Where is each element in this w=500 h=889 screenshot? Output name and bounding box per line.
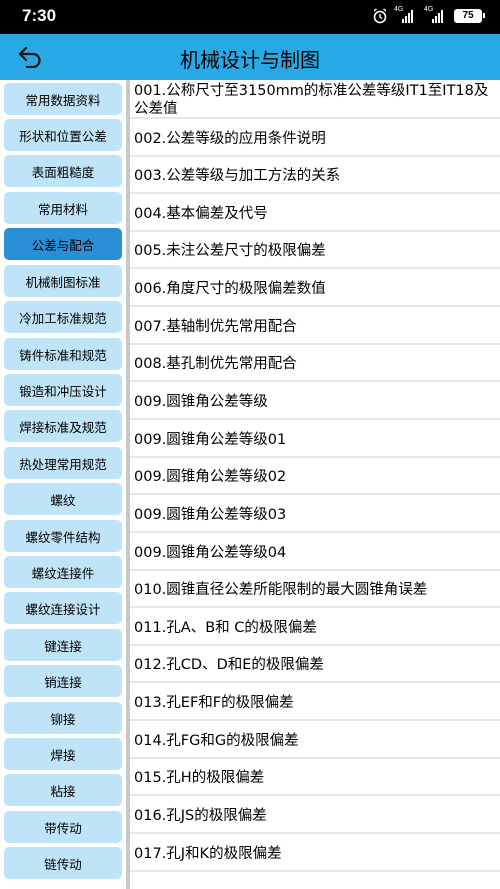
- sidebar-item[interactable]: 形状和位置公差: [4, 119, 122, 151]
- list-item[interactable]: 001.公称尺寸至3150mm的标准公差等级IT1至IT18及公差值: [130, 80, 500, 117]
- sidebar-item[interactable]: 带传动: [4, 811, 122, 843]
- sidebar-item[interactable]: 热处理常用规范: [4, 447, 122, 479]
- list-item[interactable]: 006.角度尺寸的极限偏差数值: [130, 269, 500, 305]
- sidebar-item[interactable]: 粘接: [4, 774, 122, 806]
- list-item[interactable]: 014.孔FG和G的极限偏差: [130, 721, 500, 757]
- sidebar-item[interactable]: 常用数据资料: [4, 83, 122, 115]
- status-time: 7:30: [22, 6, 57, 25]
- signal-icon: 4G: [394, 6, 418, 23]
- sidebar[interactable]: 常用数据资料 形状和位置公差 表面粗糙度 常用材料 公差与配合 机械制图标准 冷…: [0, 80, 126, 889]
- sidebar-item[interactable]: 键连接: [4, 629, 122, 661]
- sidebar-item-active[interactable]: 公差与配合: [4, 228, 122, 260]
- battery-icon: 75: [454, 9, 485, 23]
- sidebar-item[interactable]: 常用材料: [4, 192, 122, 224]
- list-item[interactable]: 009.圆锥角公差等级03: [130, 495, 500, 531]
- list-item[interactable]: 002.公差等级的应用条件说明: [130, 119, 500, 155]
- sidebar-item[interactable]: 焊接: [4, 738, 122, 770]
- sidebar-item[interactable]: 螺纹连接件: [4, 556, 122, 588]
- list-item[interactable]: 005.未注公差尺寸的极限偏差: [130, 232, 500, 267]
- list-item[interactable]: 007.基轴制优先常用配合: [130, 307, 500, 343]
- sidebar-item[interactable]: 铆接: [4, 702, 122, 734]
- sidebar-item[interactable]: 机械制图标准: [4, 265, 122, 297]
- sidebar-item[interactable]: 销连接: [4, 665, 122, 697]
- sidebar-item[interactable]: 焊接标准及规范: [4, 410, 122, 442]
- sidebar-item[interactable]: 冷加工标准规范: [4, 301, 122, 333]
- list-item[interactable]: 004.基本偏差及代号: [130, 194, 500, 230]
- list-item[interactable]: 013.孔EF和F的极限偏差: [130, 683, 500, 719]
- sidebar-item[interactable]: 螺纹零件结构: [4, 520, 122, 552]
- list-item[interactable]: 011.孔A、B和 C的极限偏差: [130, 608, 500, 644]
- sidebar-item[interactable]: 链传动: [4, 847, 122, 879]
- app-header: 机械设计与制图: [0, 34, 500, 80]
- sidebar-item[interactable]: 螺纹连接设计: [4, 592, 122, 624]
- list-item[interactable]: 017.孔J和K的极限偏差: [130, 834, 500, 870]
- status-icons: 4G 4G 75: [372, 6, 485, 24]
- list-item[interactable]: 009.圆锥角公差等级04: [130, 533, 500, 569]
- page-title: 机械设计与制图: [180, 48, 320, 72]
- list-item[interactable]: 008.基孔制优先常用配合: [130, 345, 500, 380]
- list-item[interactable]: 009.圆锥角公差等级01: [130, 420, 500, 456]
- sidebar-item[interactable]: 锻造和冲压设计: [4, 374, 122, 406]
- sidebar-item[interactable]: 铸件标准和规范: [4, 338, 122, 370]
- list-item[interactable]: 010.圆锥直径公差所能限制的最大圆锥角误差: [130, 571, 500, 606]
- list-item[interactable]: 009.圆锥角公差等级02: [130, 458, 500, 493]
- status-bar: 7:30 4G 4G 75: [0, 0, 500, 34]
- list-item[interactable]: 015.孔H的极限偏差: [130, 759, 500, 794]
- list-item[interactable]: 016.孔JS的极限偏差: [130, 796, 500, 832]
- sidebar-item[interactable]: 表面粗糙度: [4, 155, 122, 187]
- content-list[interactable]: 001.公称尺寸至3150mm的标准公差等级IT1至IT18及公差值 002.公…: [130, 80, 500, 889]
- list-item[interactable]: 012.孔CD、D和E的极限偏差: [130, 646, 500, 681]
- row-divider: [130, 870, 500, 872]
- list-item[interactable]: 003.公差等级与加工方法的关系: [130, 157, 500, 192]
- list-item[interactable]: 009.圆锥角公差等级: [130, 382, 500, 418]
- sidebar-item[interactable]: 螺纹: [4, 483, 122, 515]
- signal-icon: 4G: [424, 6, 448, 23]
- alarm-icon: [373, 8, 387, 24]
